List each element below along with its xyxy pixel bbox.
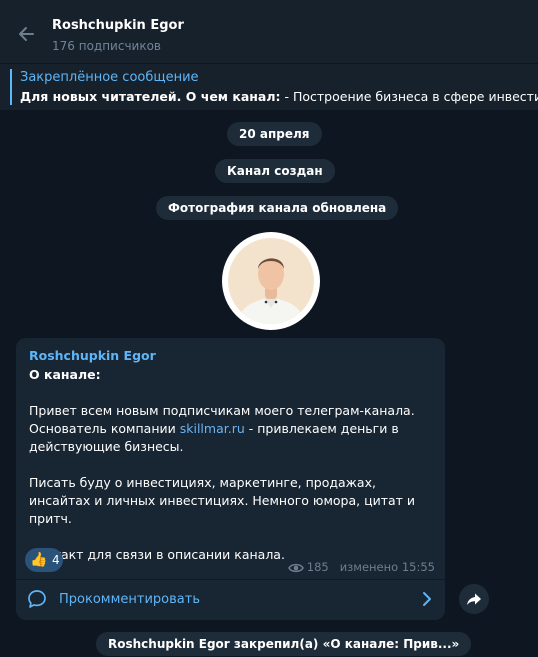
- pinned-accent-bar: [10, 69, 12, 105]
- post-paragraph-1: Привет всем новым подписчикам моего теле…: [29, 402, 439, 456]
- post-link[interactable]: skillmar.ru: [180, 421, 245, 436]
- pinned-label: Закреплённое сообщение: [20, 70, 199, 85]
- post-divider: [16, 579, 445, 580]
- post-text: О канале: Привет всем новым подписчикам …: [29, 366, 439, 582]
- post-heading: О канале:: [29, 367, 101, 382]
- share-button[interactable]: [459, 584, 489, 614]
- post-author[interactable]: Roshchupkin Egor: [29, 348, 156, 363]
- avatar-portrait-icon: [236, 258, 306, 324]
- comment-button[interactable]: Прокомментировать: [59, 592, 200, 607]
- view-count: 185: [306, 560, 329, 574]
- eye-icon: [287, 563, 304, 573]
- post-meta: 185 изменено 15:55: [287, 560, 435, 574]
- thumbs-up-icon: 👍: [30, 552, 48, 568]
- pinned-preview-bold: Для новых читателей. О чем канал:: [20, 89, 281, 104]
- pinned-message-bar[interactable]: Закреплённое сообщение Для новых читател…: [0, 64, 538, 110]
- chevron-right-icon[interactable]: [420, 591, 434, 607]
- service-pinned-notice[interactable]: Roshchupkin Egor закрепил(а) «О канале: …: [96, 632, 472, 656]
- date-chip[interactable]: 20 апреля: [227, 122, 322, 146]
- service-photo-updated: Фотография канала обновлена: [156, 196, 399, 220]
- channel-photo[interactable]: [222, 232, 320, 330]
- share-icon: [467, 593, 481, 605]
- pinned-preview: Для новых читателей. О чем канал: - Пост…: [20, 89, 538, 104]
- pinned-preview-rest: - Построение бизнеса в сфере инвестиций.…: [284, 89, 538, 104]
- channel-post: Roshchupkin Egor О канале: Привет всем н…: [16, 338, 445, 620]
- service-channel-created: Канал создан: [215, 159, 335, 183]
- subscriber-count: 176 подписчиков: [52, 39, 161, 53]
- channel-title[interactable]: Roshchupkin Egor: [52, 18, 184, 33]
- chat-header: Roshchupkin Egor 176 подписчиков: [0, 0, 538, 63]
- reaction-count: 4: [52, 553, 60, 567]
- comment-icon[interactable]: [27, 589, 47, 609]
- back-arrow-icon[interactable]: [16, 24, 36, 44]
- avatar: [228, 238, 314, 324]
- reaction-badge[interactable]: 👍 4: [25, 548, 63, 572]
- post-paragraph-2: Писать буду о инвестициях, маркетинге, п…: [29, 475, 416, 526]
- edited-time: изменено 15:55: [339, 560, 435, 574]
